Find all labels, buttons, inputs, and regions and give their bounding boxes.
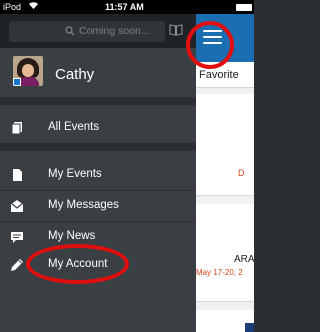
menu-item-label: My Events	[48, 168, 102, 180]
menu-item-label: My News	[48, 230, 96, 242]
document-icon	[10, 168, 24, 182]
event-card[interactable]: ARA May 17-20, 2	[196, 204, 254, 302]
profile-row[interactable]: Cathy	[0, 48, 196, 97]
event-date: May 17-20, 2	[196, 268, 243, 277]
avatar	[13, 56, 43, 86]
event-card[interactable]: D	[196, 94, 254, 196]
book-icon[interactable]	[169, 23, 183, 37]
linkedin-badge-icon	[13, 78, 21, 86]
wifi-icon	[28, 1, 39, 12]
news-icon	[10, 230, 24, 244]
menu-item-label: All Events	[48, 121, 100, 133]
envelope-icon	[10, 199, 24, 213]
carrier-label: iPod	[3, 2, 22, 12]
menu-item-my-events[interactable]: My Events	[0, 160, 196, 190]
menu-item-label: My Messages	[48, 199, 119, 211]
side-menu: Coming soon... Cathy All Events My Event…	[0, 14, 196, 332]
status-bar: iPod 11:57 AM	[0, 0, 254, 14]
search-input[interactable]: Coming soon...	[9, 21, 165, 42]
profile-name: Cathy	[55, 66, 95, 83]
annotation-circle-menu-button	[186, 21, 234, 69]
event-title: ARA	[234, 254, 254, 265]
documents-icon	[10, 121, 24, 135]
event-card-text: D	[238, 168, 245, 178]
menu-divider	[0, 143, 196, 151]
search-icon	[65, 24, 75, 38]
menu-divider	[0, 97, 196, 105]
event-card[interactable]	[196, 310, 254, 332]
battery-icon	[236, 4, 252, 11]
event-thumbnail	[245, 323, 254, 332]
search-bar: Coming soon...	[0, 14, 196, 48]
menu-item-all-events[interactable]: All Events	[0, 113, 196, 143]
status-time: 11:57 AM	[105, 2, 144, 12]
tab-favorites[interactable]: Favorite	[199, 69, 239, 81]
menu-item-my-messages[interactable]: My Messages	[0, 191, 196, 221]
annotation-circle-my-account	[26, 244, 129, 284]
pencil-icon	[10, 258, 24, 272]
search-placeholder: Coming soon...	[79, 25, 150, 37]
